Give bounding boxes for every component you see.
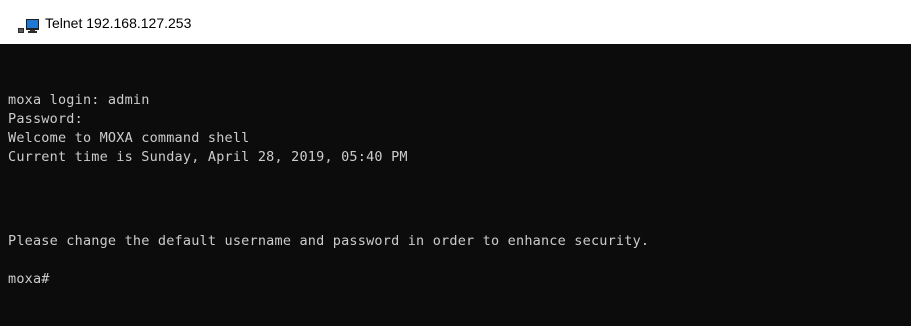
terminal-line-current-time: Current time is Sunday, April 28, 2019, … (8, 149, 408, 165)
terminal-area[interactable]: moxa login: admin Password: Welcome to M… (0, 44, 911, 326)
terminal-line-password: Password: (8, 111, 83, 127)
terminal-prompt[interactable]: moxa# (8, 270, 50, 289)
title-bar[interactable]: Telnet 192.168.127.253 (0, 0, 911, 44)
terminal-line-login: moxa login: admin (8, 92, 150, 108)
terminal-line-welcome: Welcome to MOXA command shell (8, 130, 250, 146)
window-title: Telnet 192.168.127.253 (45, 15, 192, 31)
terminal-line-security-notice: Please change the default username and p… (8, 233, 650, 249)
telnet-window: Telnet 192.168.127.253 moxa login: admin… (0, 0, 911, 326)
telnet-terminal-icon (18, 17, 40, 33)
